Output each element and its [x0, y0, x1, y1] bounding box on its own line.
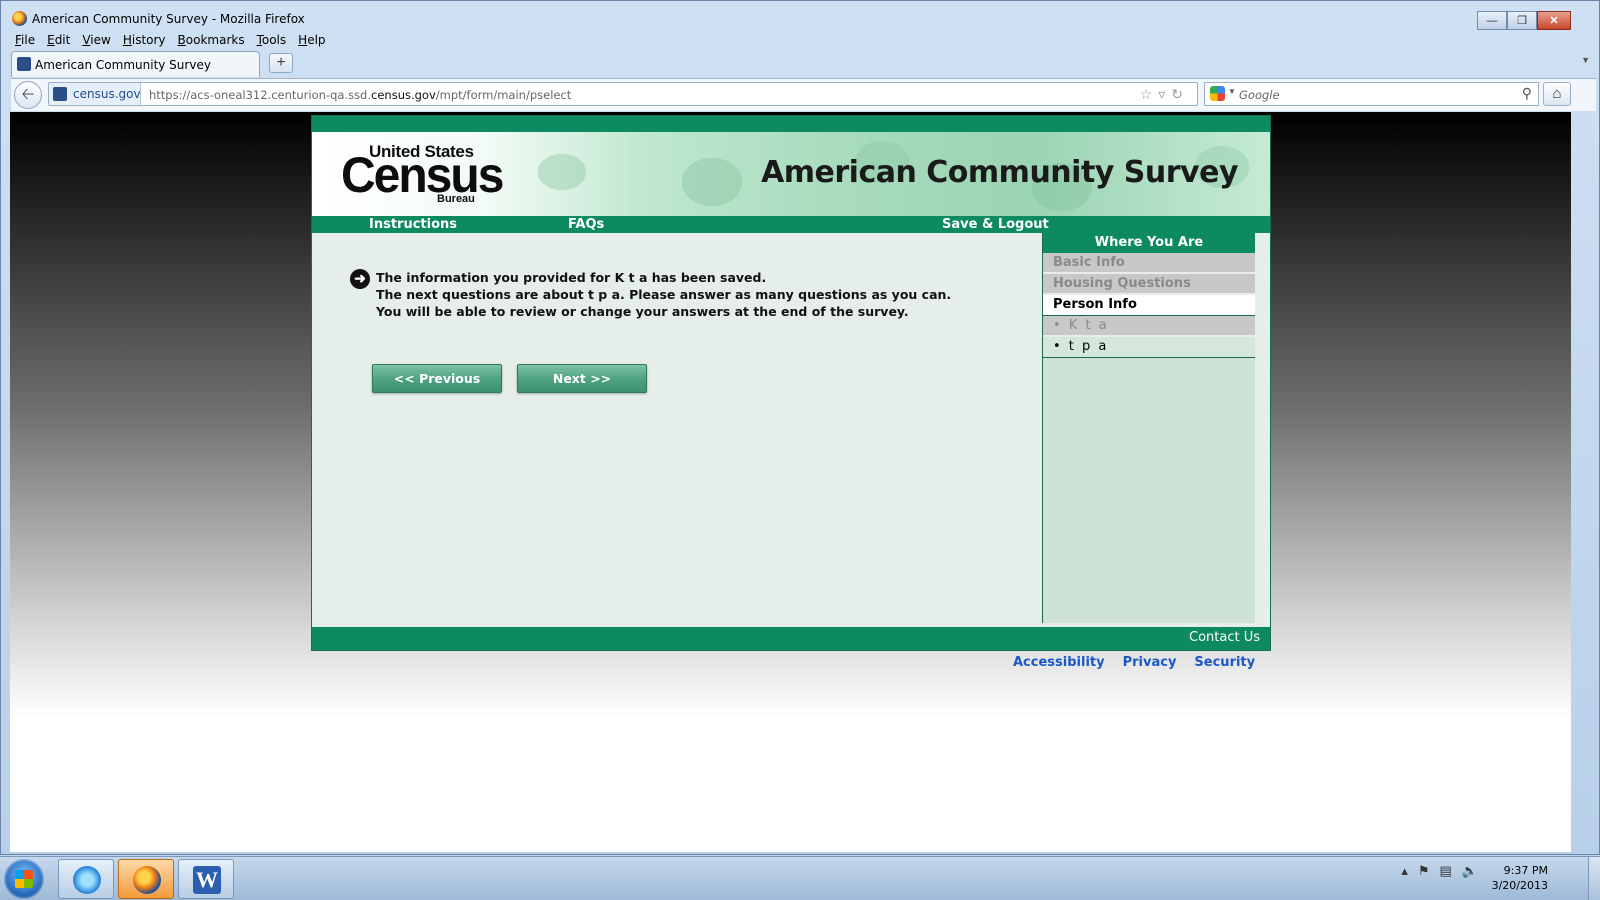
search-bar[interactable]: ▼ Google ⚲ [1204, 82, 1539, 106]
minimize-button[interactable]: — [1477, 11, 1507, 30]
privacy-link[interactable]: Privacy [1123, 655, 1177, 670]
next-button[interactable]: Next >> [517, 364, 647, 393]
page-viewport: United States Census Bureau American Com… [10, 112, 1571, 852]
security-link[interactable]: Security [1194, 655, 1255, 670]
message-line-1: The information you provided for K t a h… [376, 270, 767, 285]
sidebar-item-housing-questions: Housing Questions [1043, 274, 1255, 295]
new-tab-button[interactable]: + [269, 53, 293, 73]
banner: United States Census Bureau American Com… [312, 132, 1270, 216]
menu-help[interactable]: Help [298, 33, 325, 47]
contact-us-link[interactable]: Contact Us [1189, 630, 1260, 645]
close-button[interactable]: ✕ [1537, 11, 1571, 30]
site-name: census.gov [73, 87, 141, 101]
survey-panel: United States Census Bureau American Com… [311, 115, 1271, 651]
message-line-3: You will be able to review or change you… [376, 304, 909, 319]
census-bureau-logo[interactable]: United States Census Bureau [341, 142, 504, 208]
survey-nav: Instructions FAQs Save & Logout [312, 216, 1270, 233]
message-text: The information you provided for K t a h… [376, 269, 996, 320]
url-text[interactable]: https://acs-oneal312.centurion-qa.ssd.ce… [149, 88, 571, 102]
save-logout-link[interactable]: Save & Logout [942, 216, 1049, 233]
bookmark-star-icon[interactable]: ☆ [1140, 86, 1159, 102]
firefox-icon [133, 866, 161, 894]
word-icon: W [193, 866, 221, 894]
menu-view[interactable]: View [82, 33, 110, 47]
sidebar-item-basic-info: Basic Info [1043, 253, 1255, 274]
footer-links: Accessibility Privacy Security [1013, 655, 1255, 670]
clock-date: 3/20/2013 [1491, 879, 1548, 892]
menu-bar: File Edit View History Bookmarks Tools H… [15, 33, 326, 47]
progress-sidebar: Where You Are Basic Info Housing Questio… [1042, 233, 1255, 623]
action-center-flag-icon[interactable]: ⚑ [1418, 863, 1430, 879]
volume-icon[interactable]: 🔈 [1462, 863, 1478, 879]
tab-strip: American Community Survey + ▼ [11, 51, 1596, 77]
instructions-link[interactable]: Instructions [369, 216, 457, 233]
firefox-icon [12, 11, 27, 26]
census-favicon-icon [17, 57, 31, 71]
system-tray: ▴ ⚑ ▤ 🔈 [1401, 863, 1478, 879]
clock[interactable]: 9:37 PM 3/20/2013 [1492, 863, 1548, 893]
main-content: ➜ The information you provided for K t a… [312, 233, 1042, 623]
tab-label: American Community Survey [35, 58, 211, 72]
address-bar-icons: ☆▿↻ [1140, 86, 1189, 103]
menu-file[interactable]: File [15, 33, 35, 47]
tab-active[interactable]: American Community Survey [11, 51, 260, 77]
clock-time: 9:37 PM [1503, 864, 1548, 877]
navigation-bar: 🡠 census.gov https://acs-oneal312.centur… [11, 78, 1596, 111]
menu-edit[interactable]: Edit [47, 33, 70, 47]
internet-explorer-icon [73, 866, 101, 894]
network-icon[interactable]: ▤ [1440, 863, 1452, 879]
address-bar[interactable]: census.gov https://acs-oneal312.centurio… [48, 82, 1198, 106]
sidebar-item-person-tpa: • t p a [1043, 337, 1255, 358]
logo-census: Census [341, 147, 504, 204]
menu-history[interactable]: History [123, 33, 166, 47]
maximize-button[interactable]: ❐ [1507, 11, 1537, 30]
previous-button[interactable]: << Previous [372, 364, 502, 393]
back-button[interactable]: 🡠 [14, 81, 42, 109]
search-icon[interactable]: ⚲ [1522, 85, 1532, 102]
taskbar-word[interactable]: W [178, 859, 234, 899]
title-bar: American Community Survey - Mozilla Fire… [1, 1, 1599, 35]
history-dropdown-icon[interactable]: ▿ [1158, 86, 1171, 102]
sidebar-item-person-info: Person Info [1043, 295, 1255, 316]
faqs-link[interactable]: FAQs [568, 216, 604, 233]
show-hidden-icons-icon[interactable]: ▴ [1401, 863, 1408, 879]
sidebar-heading: Where You Are [1043, 233, 1255, 253]
window-title: American Community Survey - Mozilla Fire… [32, 12, 305, 26]
start-button[interactable] [4, 859, 44, 899]
site-identity-button[interactable]: census.gov [49, 83, 141, 105]
menu-bookmarks[interactable]: Bookmarks [178, 33, 245, 47]
reload-icon[interactable]: ↻ [1171, 86, 1189, 102]
show-desktop-button[interactable] [1588, 857, 1600, 900]
home-button[interactable]: ⌂ [1543, 82, 1571, 106]
google-engine-icon[interactable] [1210, 86, 1225, 101]
search-placeholder: Google [1239, 88, 1280, 102]
url-domain: census.gov [371, 88, 436, 102]
arrow-right-icon: ➜ [350, 269, 370, 289]
survey-footer: Contact Us [312, 627, 1270, 650]
taskbar-internet-explorer[interactable] [58, 859, 114, 899]
logo-bureau: Bureau [437, 193, 475, 205]
sidebar-item-person-kta: • K t a [1043, 316, 1255, 337]
url-suffix: /mpt/form/main/pselect [435, 88, 572, 102]
menu-tools[interactable]: Tools [257, 33, 287, 47]
accessibility-link[interactable]: Accessibility [1013, 655, 1105, 670]
url-prefix: https://acs-oneal312.centurion-qa.ssd. [149, 88, 372, 102]
engine-dropdown-icon[interactable]: ▼ [1228, 87, 1236, 96]
taskbar-firefox[interactable] [118, 859, 174, 899]
browser-window: American Community Survey - Mozilla Fire… [0, 0, 1600, 855]
windows-taskbar: W ▴ ⚑ ▤ 🔈 9:37 PM 3/20/2013 [0, 856, 1600, 900]
top-strip [312, 116, 1270, 132]
tab-list-chevron-icon[interactable]: ▼ [1581, 55, 1590, 65]
message-line-2: The next questions are about t p a. Plea… [376, 287, 952, 302]
window-controls: — ❐ ✕ [1477, 11, 1571, 30]
census-favicon-icon [53, 87, 67, 101]
page-title: American Community Survey [761, 155, 1238, 190]
